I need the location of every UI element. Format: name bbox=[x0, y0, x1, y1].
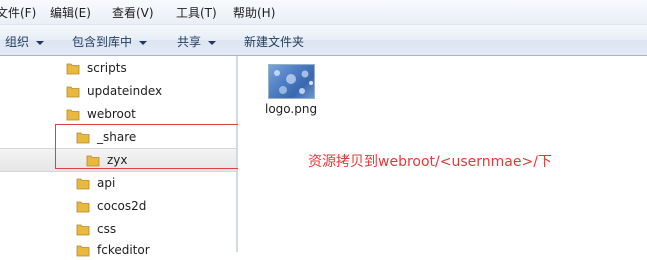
folder-icon bbox=[66, 86, 80, 98]
menu-file[interactable]: 文件(F) bbox=[0, 4, 36, 21]
organize-label: 组织 bbox=[5, 35, 30, 49]
include-in-library-button[interactable]: 包含到库中 bbox=[72, 33, 148, 50]
folder-icon bbox=[76, 178, 90, 190]
tree-item-label: scripts bbox=[87, 61, 127, 75]
include-in-library-label: 包含到库中 bbox=[72, 35, 133, 49]
file-name-label: logo.png bbox=[265, 102, 318, 116]
tree-item-label: css bbox=[97, 222, 117, 236]
folder-icon bbox=[66, 63, 80, 75]
share-label: 共享 bbox=[177, 35, 202, 49]
chevron-down-icon bbox=[36, 40, 45, 45]
organize-button[interactable]: 组织 bbox=[5, 33, 45, 50]
menu-bar: 文件(F) 编辑(E) 查看(V) 工具(T) 帮助(H) bbox=[0, 0, 647, 25]
annotation-highlight-box bbox=[55, 124, 239, 169]
annotation-text: 资源拷贝到webroot/<usernmae>/下 bbox=[308, 154, 552, 170]
menu-tools[interactable]: 工具(T) bbox=[176, 4, 217, 21]
menu-edit[interactable]: 编辑(E) bbox=[50, 4, 91, 21]
menu-help[interactable]: 帮助(H) bbox=[233, 4, 275, 21]
tree-item-label: fckeditor bbox=[97, 243, 150, 257]
new-folder-button[interactable]: 新建文件夹 bbox=[244, 33, 304, 50]
share-button[interactable]: 共享 bbox=[177, 33, 217, 50]
chevron-down-icon bbox=[139, 40, 148, 45]
tree-item-label: cocos2d bbox=[97, 199, 147, 213]
folder-icon bbox=[76, 224, 90, 236]
chevron-down-icon bbox=[208, 40, 217, 45]
folder-icon bbox=[76, 201, 90, 213]
file-item-logo[interactable] bbox=[268, 64, 315, 99]
tree-item-label: updateindex bbox=[87, 84, 163, 98]
folder-icon bbox=[66, 109, 80, 121]
tree-item-label: webroot bbox=[87, 107, 136, 121]
folder-icon bbox=[76, 245, 90, 257]
command-bar: 组织 包含到库中 共享 新建文件夹 bbox=[0, 25, 647, 56]
tree-item-label: api bbox=[97, 176, 116, 190]
image-thumbnail-icon bbox=[274, 70, 313, 94]
menu-view[interactable]: 查看(V) bbox=[112, 4, 154, 21]
